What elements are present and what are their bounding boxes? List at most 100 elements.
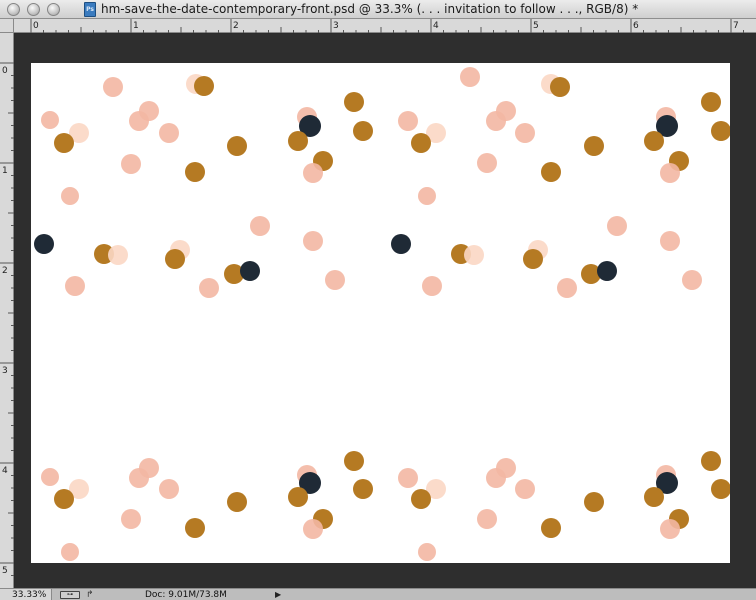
ruler-label: 4 bbox=[2, 466, 8, 476]
confetti-dot bbox=[398, 111, 418, 131]
confetti-dot bbox=[411, 133, 431, 153]
confetti-dot bbox=[460, 67, 480, 87]
document-size-info: Doc: 9.01M/73.8M bbox=[145, 590, 227, 600]
confetti-dot bbox=[711, 121, 730, 141]
confetti-dot bbox=[103, 77, 123, 97]
confetti-dot bbox=[121, 509, 141, 529]
confetti-dot bbox=[660, 231, 680, 251]
confetti-dot bbox=[325, 270, 345, 290]
confetti-dot bbox=[108, 245, 128, 265]
confetti-dot bbox=[644, 131, 664, 151]
confetti-dot bbox=[660, 163, 680, 183]
status-bar: 33.33% ⊶ ↱ Doc: 9.01M/73.8M ▶ bbox=[0, 588, 756, 600]
close-window-button[interactable] bbox=[7, 3, 20, 16]
confetti-dot bbox=[41, 468, 59, 486]
confetti-dot bbox=[139, 101, 159, 121]
document-canvas[interactable] bbox=[31, 63, 730, 563]
confetti-dot bbox=[54, 489, 74, 509]
confetti-dot bbox=[185, 518, 205, 538]
confetti-dot bbox=[391, 234, 411, 254]
title-bar: Ps hm-save-the-date-contemporary-front.p… bbox=[0, 0, 756, 19]
horizontal-ruler-ticks: 0 1 2 3 4 5 6 7 bbox=[30, 19, 744, 33]
ruler-label: 7 bbox=[733, 21, 739, 31]
confetti-dot bbox=[701, 92, 721, 112]
confetti-dot bbox=[557, 278, 577, 298]
confetti-dot bbox=[227, 492, 247, 512]
ruler-label: 0 bbox=[2, 66, 8, 76]
vertical-ruler[interactable]: 0 1 2 3 4 5 bbox=[0, 33, 14, 588]
confetti-dot bbox=[353, 121, 373, 141]
ruler-label: 1 bbox=[2, 166, 8, 176]
confetti-dot bbox=[422, 276, 442, 296]
confetti-dot bbox=[644, 487, 664, 507]
confetti-dot bbox=[584, 136, 604, 156]
zoom-window-button[interactable] bbox=[47, 3, 60, 16]
psd-file-icon: Ps bbox=[84, 2, 96, 17]
confetti-dot bbox=[344, 92, 364, 112]
confetti-dot bbox=[303, 519, 323, 539]
confetti-dot bbox=[398, 468, 418, 488]
status-menu-arrow-icon[interactable]: ▶ bbox=[275, 590, 285, 600]
confetti-dot bbox=[240, 261, 260, 281]
confetti-dot bbox=[159, 123, 179, 143]
confetti-dot bbox=[303, 163, 323, 183]
confetti-dot bbox=[121, 154, 141, 174]
ruler-origin[interactable] bbox=[0, 19, 14, 33]
confetti-dot bbox=[464, 245, 484, 265]
ruler-label: 2 bbox=[233, 21, 239, 31]
confetti-dot bbox=[41, 111, 59, 129]
horizontal-ruler[interactable]: 0 1 2 3 4 5 6 7 bbox=[14, 19, 756, 33]
ruler-label: 3 bbox=[333, 21, 339, 31]
confetti-dot bbox=[288, 131, 308, 151]
confetti-dot bbox=[418, 543, 436, 561]
confetti-dot bbox=[496, 458, 516, 478]
confetti-dot bbox=[523, 249, 543, 269]
confetti-dot bbox=[61, 187, 79, 205]
confetti-dot bbox=[65, 276, 85, 296]
confetti-dot bbox=[194, 76, 214, 96]
document-workspace[interactable] bbox=[15, 34, 756, 588]
confetti-dot bbox=[165, 249, 185, 269]
zoom-level-field[interactable]: 33.33% bbox=[0, 589, 52, 600]
confetti-dot bbox=[607, 216, 627, 236]
ruler-label: 5 bbox=[533, 21, 539, 31]
confetti-dot bbox=[227, 136, 247, 156]
ruler-label: 3 bbox=[2, 366, 8, 376]
confetti-dot bbox=[496, 101, 516, 121]
confetti-dot bbox=[250, 216, 270, 236]
confetti-dot bbox=[185, 162, 205, 182]
ruler-label: 0 bbox=[33, 21, 39, 31]
confetti-dot bbox=[584, 492, 604, 512]
confetti-dot bbox=[477, 509, 497, 529]
ruler-label: 2 bbox=[2, 266, 8, 276]
confetti-dot bbox=[541, 162, 561, 182]
confetti-dot bbox=[159, 479, 179, 499]
confetti-dot bbox=[139, 458, 159, 478]
confetti-dot bbox=[701, 451, 721, 471]
confetti-dot bbox=[411, 489, 431, 509]
view-options-icon[interactable]: ⊶ bbox=[60, 591, 80, 599]
minimize-window-button[interactable] bbox=[27, 3, 40, 16]
confetti-dot bbox=[477, 153, 497, 173]
confetti-dot bbox=[515, 123, 535, 143]
confetti-dot bbox=[541, 518, 561, 538]
ruler-label: 4 bbox=[433, 21, 439, 31]
confetti-dot bbox=[303, 231, 323, 251]
confetti-dot bbox=[288, 487, 308, 507]
ruler-label: 6 bbox=[633, 21, 639, 31]
confetti-dot bbox=[550, 77, 570, 97]
confetti-dot bbox=[61, 543, 79, 561]
confetti-dot bbox=[199, 278, 219, 298]
confetti-dot bbox=[682, 270, 702, 290]
confetti-dot bbox=[597, 261, 617, 281]
confetti-dot bbox=[34, 234, 54, 254]
confetti-dot bbox=[353, 479, 373, 499]
confetti-dot bbox=[418, 187, 436, 205]
window-title: hm-save-the-date-contemporary-front.psd … bbox=[101, 2, 639, 16]
ruler-label: 1 bbox=[133, 21, 139, 31]
confetti-dot bbox=[54, 133, 74, 153]
confetti-dot bbox=[344, 451, 364, 471]
confetti-dot bbox=[515, 479, 535, 499]
vertical-ruler-ticks: 0 1 2 3 4 5 bbox=[0, 62, 14, 576]
share-icon[interactable]: ↱ bbox=[86, 590, 98, 600]
